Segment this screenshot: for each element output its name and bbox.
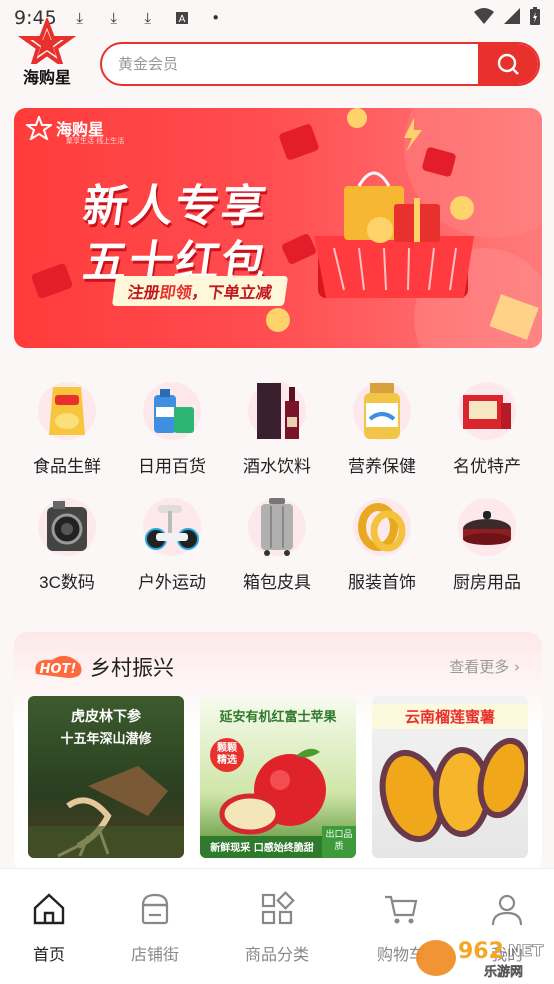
rural-revitalization-section: HOT! 乡村振兴 查看更多 › 虎皮林下参 十五年深山潜修 延安有机红富士苹果… [14, 632, 542, 872]
hot-badge-icon: HOT! [35, 655, 82, 678]
search-button[interactable] [478, 44, 538, 84]
card-badge: 颗颗精选 [210, 738, 244, 772]
svg-text:.NET: .NET [502, 941, 543, 960]
chevron-right-icon: › [514, 658, 520, 676]
tab-shop[interactable]: 店铺街 [100, 891, 210, 965]
category-item[interactable]: 服装首饰 [332, 498, 432, 593]
svg-text:HOT!: HOT! [40, 662, 77, 677]
search-input[interactable] [118, 44, 468, 84]
card-title: 云南榴莲蜜薯 [372, 704, 528, 729]
luggage-icon [248, 498, 306, 556]
category-item[interactable]: 食品生鲜 [17, 382, 117, 477]
search-bar[interactable] [100, 42, 540, 86]
card-title: 虎皮林下参 [71, 709, 141, 725]
category-item[interactable]: 3C数码 [17, 498, 117, 593]
card-title: 延安有机红富士苹果 [219, 710, 337, 725]
svg-text:962: 962 [458, 939, 504, 964]
tab-category[interactable]: 商品分类 [222, 891, 332, 965]
app-logo[interactable]: 海购星 [16, 16, 78, 88]
category-item[interactable]: 营养保健 [332, 382, 432, 477]
tab-home[interactable]: 首页 [0, 891, 104, 965]
home-icon [33, 893, 65, 925]
wine-icon [248, 382, 306, 440]
camera-icon [38, 498, 96, 556]
giftbox-icon [458, 382, 516, 440]
card-subtitle: 十五年深山潜修 [60, 732, 152, 747]
header: 海购星 [0, 16, 554, 90]
supplement-icon [353, 382, 411, 440]
card-footer: 新鲜现采 口感始终脆甜 [210, 843, 314, 854]
watermark-logo-icon: 962 .NET 乐游网 [416, 939, 544, 980]
card-corner-badge: 出口品质 [325, 830, 353, 852]
shop-icon [141, 893, 169, 925]
logo-text: 海购星 [22, 68, 71, 87]
watermark: 962 .NET 乐游网 [414, 936, 550, 980]
see-more-link[interactable]: 查看更多 › [449, 656, 520, 677]
pan-icon [458, 498, 516, 556]
product-card[interactable]: 延安有机红富士苹果 颗颗精选 新鲜现采 口感始终脆甜 出口品质 [200, 696, 356, 858]
banner-brand-sub: 聚享生活 线上生活 [66, 137, 125, 145]
category-item[interactable]: 厨房用品 [437, 498, 537, 593]
cart-icon [385, 895, 418, 924]
banner-headline-1: 新人专享 [79, 181, 271, 232]
banner-tagline: 注册 即领 ，下单立减 [111, 276, 289, 306]
search-icon [497, 53, 519, 75]
product-card[interactable]: 虎皮林下参 十五年深山潜修 [28, 696, 184, 858]
category-item[interactable]: 酒水饮料 [227, 382, 327, 477]
ring-icon [353, 498, 411, 556]
category-item[interactable]: 箱包皮具 [227, 498, 327, 593]
product-card[interactable]: 云南榴莲蜜薯 [372, 696, 528, 858]
star-logo-icon [26, 116, 52, 140]
category-item[interactable]: 日用百货 [122, 382, 222, 477]
section-title: 乡村振兴 [90, 656, 174, 680]
category-item[interactable]: 户外运动 [122, 498, 222, 593]
promo-banner[interactable]: 海购星 聚享生活 线上生活 新人专享 五十红包 注册 即领 ，下单立减 [14, 108, 542, 348]
star-logo-icon [17, 16, 77, 70]
user-icon [491, 894, 523, 926]
detergent-icon [143, 382, 201, 440]
category-item[interactable]: 名优特产 [437, 382, 537, 477]
svg-text:乐游网: 乐游网 [484, 964, 523, 980]
scooter-icon [143, 498, 201, 556]
category-icon [261, 891, 295, 925]
chips-icon [38, 382, 96, 440]
